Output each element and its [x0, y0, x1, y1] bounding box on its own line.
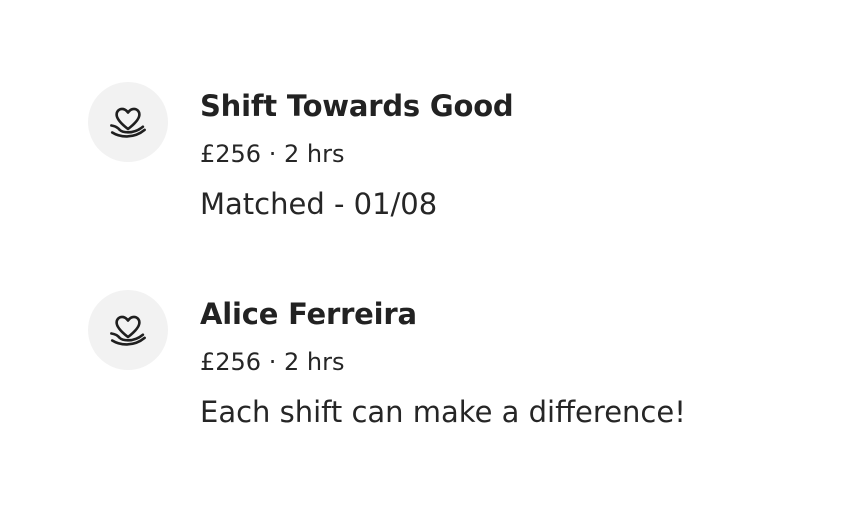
heart-in-hand-icon — [110, 315, 146, 346]
item-status: Matched - 01/08 — [200, 187, 438, 221]
item-title: Shift Towards Good — [200, 89, 514, 123]
heart-in-hand-icon — [110, 107, 146, 138]
list-item[interactable]: Shift Towards Good £256 · 2 hrs Matched … — [88, 82, 788, 242]
item-meta: £256 · 2 hrs — [200, 348, 345, 376]
activity-feed: Shift Towards Good £256 · 2 hrs Matched … — [0, 0, 846, 532]
item-status: Each shift can make a difference! — [200, 395, 686, 429]
item-title: Alice Ferreira — [200, 297, 417, 331]
avatar — [88, 290, 168, 370]
item-meta: £256 · 2 hrs — [200, 140, 345, 168]
avatar — [88, 82, 168, 162]
list-item[interactable]: Alice Ferreira £256 · 2 hrs Each shift c… — [88, 290, 788, 450]
